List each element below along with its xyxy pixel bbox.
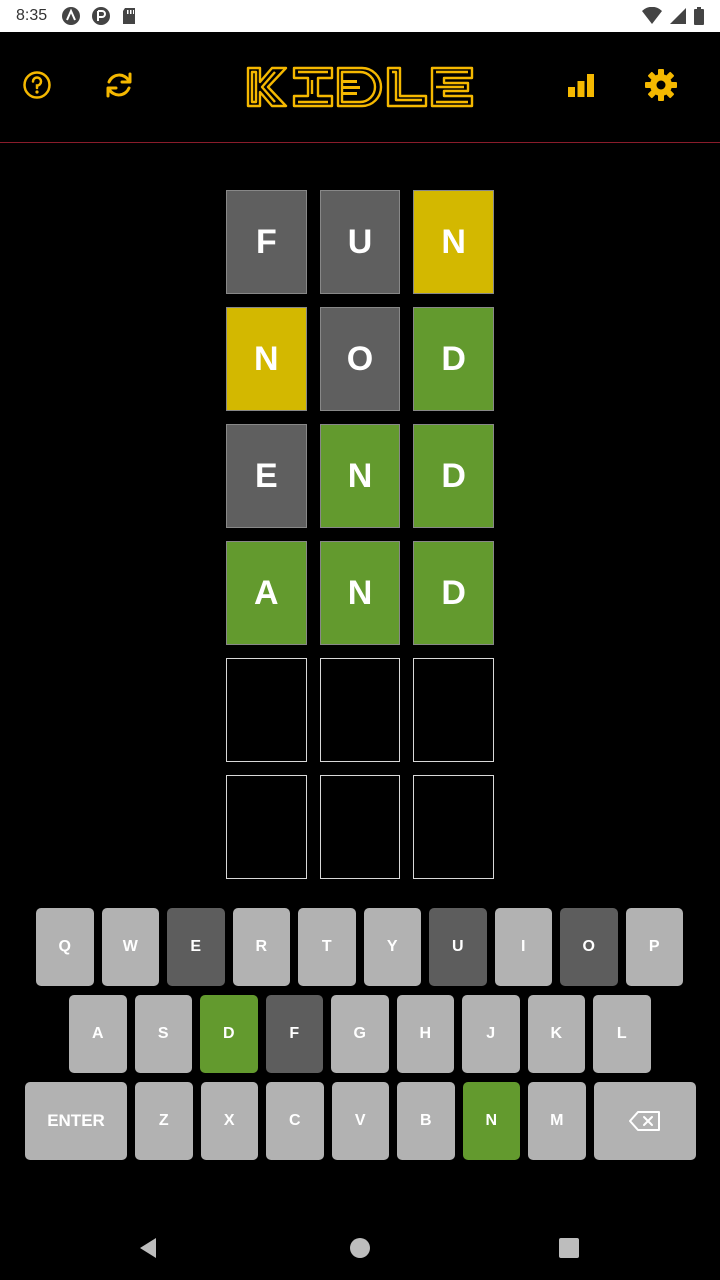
key-j[interactable]: J <box>462 995 520 1073</box>
key-d[interactable]: D <box>200 995 258 1073</box>
board-tile: N <box>413 190 495 294</box>
enter-key[interactable]: ENTER <box>25 1082 127 1160</box>
settings-gear-icon[interactable] <box>644 68 678 102</box>
key-i[interactable]: I <box>494 908 552 986</box>
key-l[interactable]: L <box>593 995 651 1073</box>
key-k[interactable]: K <box>527 995 585 1073</box>
key-o[interactable]: O <box>560 908 618 986</box>
board-tile: D <box>413 541 495 645</box>
key-w[interactable]: W <box>101 908 159 986</box>
sd-card-icon <box>123 8 136 24</box>
board-tile: N <box>319 424 401 528</box>
status-time: 8:35 <box>16 7 48 24</box>
key-s[interactable]: S <box>134 995 192 1073</box>
key-g[interactable]: G <box>331 995 389 1073</box>
nav-back-icon[interactable] <box>138 1236 158 1260</box>
board-row <box>226 775 495 879</box>
signal-icon <box>670 8 686 24</box>
key-v[interactable]: V <box>331 1082 389 1160</box>
key-x[interactable]: X <box>200 1082 258 1160</box>
play-notification-icon <box>92 7 111 25</box>
keyboard-row-2: ASDFGHJKL <box>69 995 651 1073</box>
backspace-icon <box>628 1111 660 1131</box>
board-tile <box>226 775 307 879</box>
status-bar: 8:35 <box>0 0 720 32</box>
game-board: FUNNODENDAND <box>226 190 495 892</box>
keyboard-row-1: QWERTYUIOP <box>36 908 683 986</box>
key-h[interactable]: H <box>396 995 454 1073</box>
board-tile <box>413 658 495 762</box>
board-tile: N <box>319 541 401 645</box>
keyboard-row-3: ENTER Z X C V B N M <box>25 1082 696 1160</box>
app-notification-icon <box>62 7 81 25</box>
board-tile: U <box>319 190 401 294</box>
board-row: FUN <box>226 190 495 294</box>
board-tile <box>226 658 307 762</box>
key-t[interactable]: T <box>298 908 356 986</box>
board-tile: O <box>319 307 401 411</box>
board-tile <box>413 775 495 879</box>
board-tile: D <box>413 424 495 528</box>
key-p[interactable]: P <box>625 908 683 986</box>
key-c[interactable]: C <box>266 1082 324 1160</box>
board-tile: N <box>226 307 307 411</box>
app-header <box>0 32 720 143</box>
board-tile: D <box>413 307 495 411</box>
board-tile <box>319 658 401 762</box>
key-u[interactable]: U <box>429 908 487 986</box>
kidle-logo <box>246 66 474 108</box>
nav-home-icon[interactable] <box>349 1237 371 1259</box>
key-q[interactable]: Q <box>36 908 94 986</box>
key-z[interactable]: Z <box>135 1082 193 1160</box>
help-icon[interactable] <box>22 70 52 100</box>
board-tile: F <box>226 190 307 294</box>
key-e[interactable]: E <box>167 908 225 986</box>
key-f[interactable]: F <box>265 995 323 1073</box>
system-nav-bar <box>0 1216 720 1280</box>
wifi-icon <box>642 7 662 24</box>
backspace-key[interactable] <box>593 1082 696 1160</box>
board-row: NOD <box>226 307 495 411</box>
key-a[interactable]: A <box>69 995 127 1073</box>
board-row: AND <box>226 541 495 645</box>
key-n[interactable]: N <box>462 1082 520 1160</box>
refresh-icon[interactable] <box>104 70 134 100</box>
nav-recents-icon[interactable] <box>559 1238 579 1258</box>
key-m[interactable]: M <box>528 1082 586 1160</box>
board-tile <box>319 775 401 879</box>
board-row: END <box>226 424 495 528</box>
board-tile: E <box>226 424 307 528</box>
battery-icon <box>694 7 704 25</box>
key-b[interactable]: B <box>397 1082 455 1160</box>
board-row <box>226 658 495 762</box>
key-r[interactable]: R <box>232 908 290 986</box>
stats-icon[interactable] <box>566 70 596 100</box>
board-tile: A <box>226 541 307 645</box>
key-y[interactable]: Y <box>363 908 421 986</box>
